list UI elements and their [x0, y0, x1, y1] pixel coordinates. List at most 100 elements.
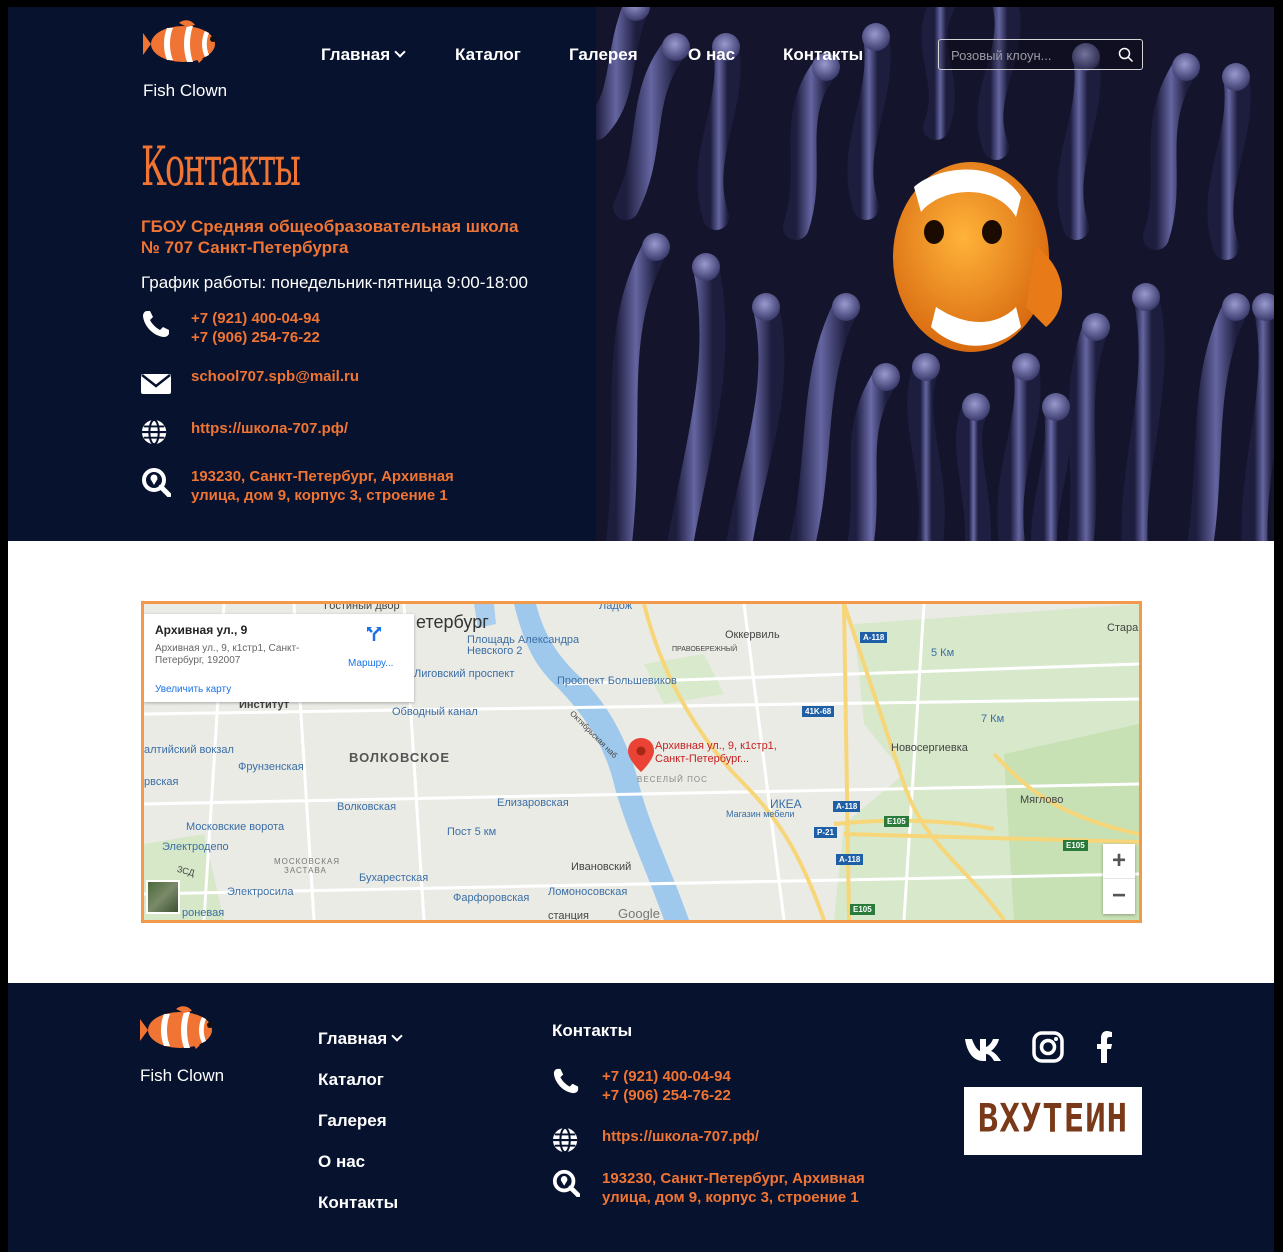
map-label: Ладож [599, 601, 633, 612]
map-label: Московские ворота [186, 821, 285, 833]
footer-nav-catalog[interactable]: Каталог [318, 1070, 384, 1090]
phone-link-2[interactable]: +7 (906) 254-76-22 [191, 328, 320, 347]
search-icon[interactable] [1118, 47, 1134, 63]
map-label: Электродепо [162, 841, 229, 853]
zoom-out-button[interactable]: − [1103, 879, 1135, 914]
google-logo: Google [618, 906, 660, 921]
hero-section: Fish Clown Главная Каталог Галерея О нас… [8, 7, 1274, 541]
map-label: Фарфоровская [453, 892, 530, 904]
road-shield: P-21 [814, 827, 837, 838]
road-shield: A-118 [833, 801, 861, 812]
footer-address: 193230, Санкт-Петербург, Архивная улица,… [552, 1169, 932, 1209]
search-input[interactable] [951, 46, 1111, 64]
map-label: Бухарестская [359, 872, 429, 884]
phone-link-1[interactable]: +7 (921) 400-04-94 [191, 309, 320, 328]
place-card: Архивная ул., 9 Архивная ул., 9, к1стр1,… [144, 614, 414, 702]
footer-nav-contacts[interactable]: Контакты [318, 1193, 398, 1213]
instagram-icon[interactable] [1032, 1029, 1064, 1065]
directions-icon[interactable] [366, 626, 382, 642]
logo[interactable]: Fish Clown [141, 19, 251, 100]
map-label: алтийский вокзал [144, 744, 234, 756]
nav-item-home[interactable]: Главная [321, 45, 406, 65]
nav-item-contacts[interactable]: Контакты [783, 45, 863, 65]
email-link[interactable]: school707.spb@mail.ru [191, 367, 359, 386]
map-label: ВЕСЕЛЫЙ ПОС [637, 775, 708, 784]
map-label: Фрунзенская [238, 761, 304, 773]
contact-address: 193230, Санкт-Петербург, Архивная улица,… [141, 467, 541, 507]
facebook-icon[interactable] [1094, 1029, 1114, 1065]
road-shield: E105 [884, 816, 909, 827]
satellite-toggle[interactable] [146, 880, 180, 914]
contact-phones: +7 (921) 400-04-94 +7 (906) 254-76-22 [141, 309, 541, 349]
map-label: Лиговский проспект [414, 668, 515, 680]
map-marker-icon[interactable] [628, 738, 654, 772]
map-label: ЗАСТАВА [284, 866, 327, 875]
chevron-down-icon [394, 46, 406, 58]
map-label: Проспект Большевиков [557, 675, 677, 687]
vk-icon[interactable] [964, 1029, 1002, 1065]
school-name: ГБОУ Средняя общеобразовательная школа №… [141, 217, 519, 257]
map-label: Оккервиль [725, 629, 780, 641]
map-label: рвская [144, 776, 179, 788]
contact-email: school707.spb@mail.ru [141, 367, 541, 397]
phone-icon [553, 1068, 579, 1094]
map-label: 5 Км [931, 647, 955, 659]
nav-item-catalog[interactable]: Каталог [455, 45, 521, 65]
location-search-icon [552, 1169, 580, 1197]
map-label: Елизаровская [497, 797, 569, 809]
zoom-in-button[interactable]: + [1103, 844, 1135, 879]
footer-phones: +7 (921) 400-04-94 +7 (906) 254-76-22 [552, 1067, 912, 1107]
google-map[interactable]: Гостиный двор етербург Площадь Александр… [141, 601, 1142, 923]
map-label: Ивановский [571, 861, 632, 873]
enlarge-map-link[interactable]: Увеличить карту [155, 684, 231, 695]
map-label: Ломоносовская [548, 886, 628, 898]
road-shield: 41K-68 [802, 706, 835, 717]
map-label: Новосергиевка [891, 742, 968, 754]
map-label: Электросила [227, 886, 294, 898]
location-search-icon [142, 468, 171, 497]
search-box [938, 39, 1143, 70]
brand-name: Fish Clown [143, 81, 228, 100]
map-label: Гостиный двор [324, 601, 400, 612]
map-label: Магазин мебели [726, 809, 795, 819]
mail-icon [141, 374, 171, 394]
page-title: Контакты [141, 135, 301, 198]
footer-website: https://школа-707.рф/ [552, 1127, 912, 1157]
working-hours: График работы: понедельник-пятница 9:00-… [141, 273, 528, 292]
address-text: 193230, Санкт-Петербург, Архивная улица,… [191, 468, 454, 504]
phone-link-2[interactable]: +7 (906) 254-76-22 [602, 1086, 731, 1105]
road-shield: A-118 [836, 854, 864, 865]
nav-item-about[interactable]: О нас [688, 45, 735, 65]
route-link[interactable]: Маршру... [348, 658, 393, 669]
brand-name: Fish Clown [140, 1066, 225, 1085]
road-shield: A-118 [860, 632, 888, 643]
road-shield: E105 [850, 904, 875, 915]
website-link[interactable]: https://школа-707.рф/ [191, 419, 348, 438]
map-label: Пост 5 км [447, 826, 497, 838]
map-label: Волковская [337, 801, 397, 813]
footer-logo[interactable]: Fish Clown [138, 1005, 248, 1085]
website-link[interactable]: https://школа-707.рф/ [602, 1127, 759, 1146]
map-label: станция [548, 910, 590, 922]
map-label: ПРАВОБЕРЕЖНЫЙ [672, 646, 738, 653]
chevron-down-icon [391, 1030, 403, 1042]
map-label: ВОЛКОВСКОЕ [349, 750, 451, 765]
map-label: Обводный канал [392, 706, 478, 718]
marker-label: Архивная ул., 9, к1стр1, [655, 740, 777, 752]
map-label: роневая [182, 907, 225, 919]
place-title: Архивная ул., 9 [155, 623, 248, 637]
zoom-controls: + − [1103, 844, 1135, 914]
map-label: Невского 2 [467, 645, 523, 657]
map-label: етербург [416, 612, 489, 632]
vkhutein-logo[interactable]: ВХУТЕИН [964, 1087, 1142, 1155]
footer-nav-gallery[interactable]: Галерея [318, 1111, 387, 1131]
place-address: Архивная ул., 9, к1стр1, Санкт-Петербург… [155, 643, 300, 666]
marker-label: Санкт-Петербург... [655, 753, 750, 765]
contact-website: https://школа-707.рф/ [141, 419, 541, 449]
nav-item-gallery[interactable]: Галерея [569, 45, 638, 65]
footer-nav-home[interactable]: Главная [318, 1029, 403, 1049]
clownfish-logo-icon [143, 20, 216, 63]
anemone-illustration [596, 7, 1274, 541]
phone-link-1[interactable]: +7 (921) 400-04-94 [602, 1067, 731, 1086]
footer-nav-about[interactable]: О нас [318, 1152, 365, 1172]
